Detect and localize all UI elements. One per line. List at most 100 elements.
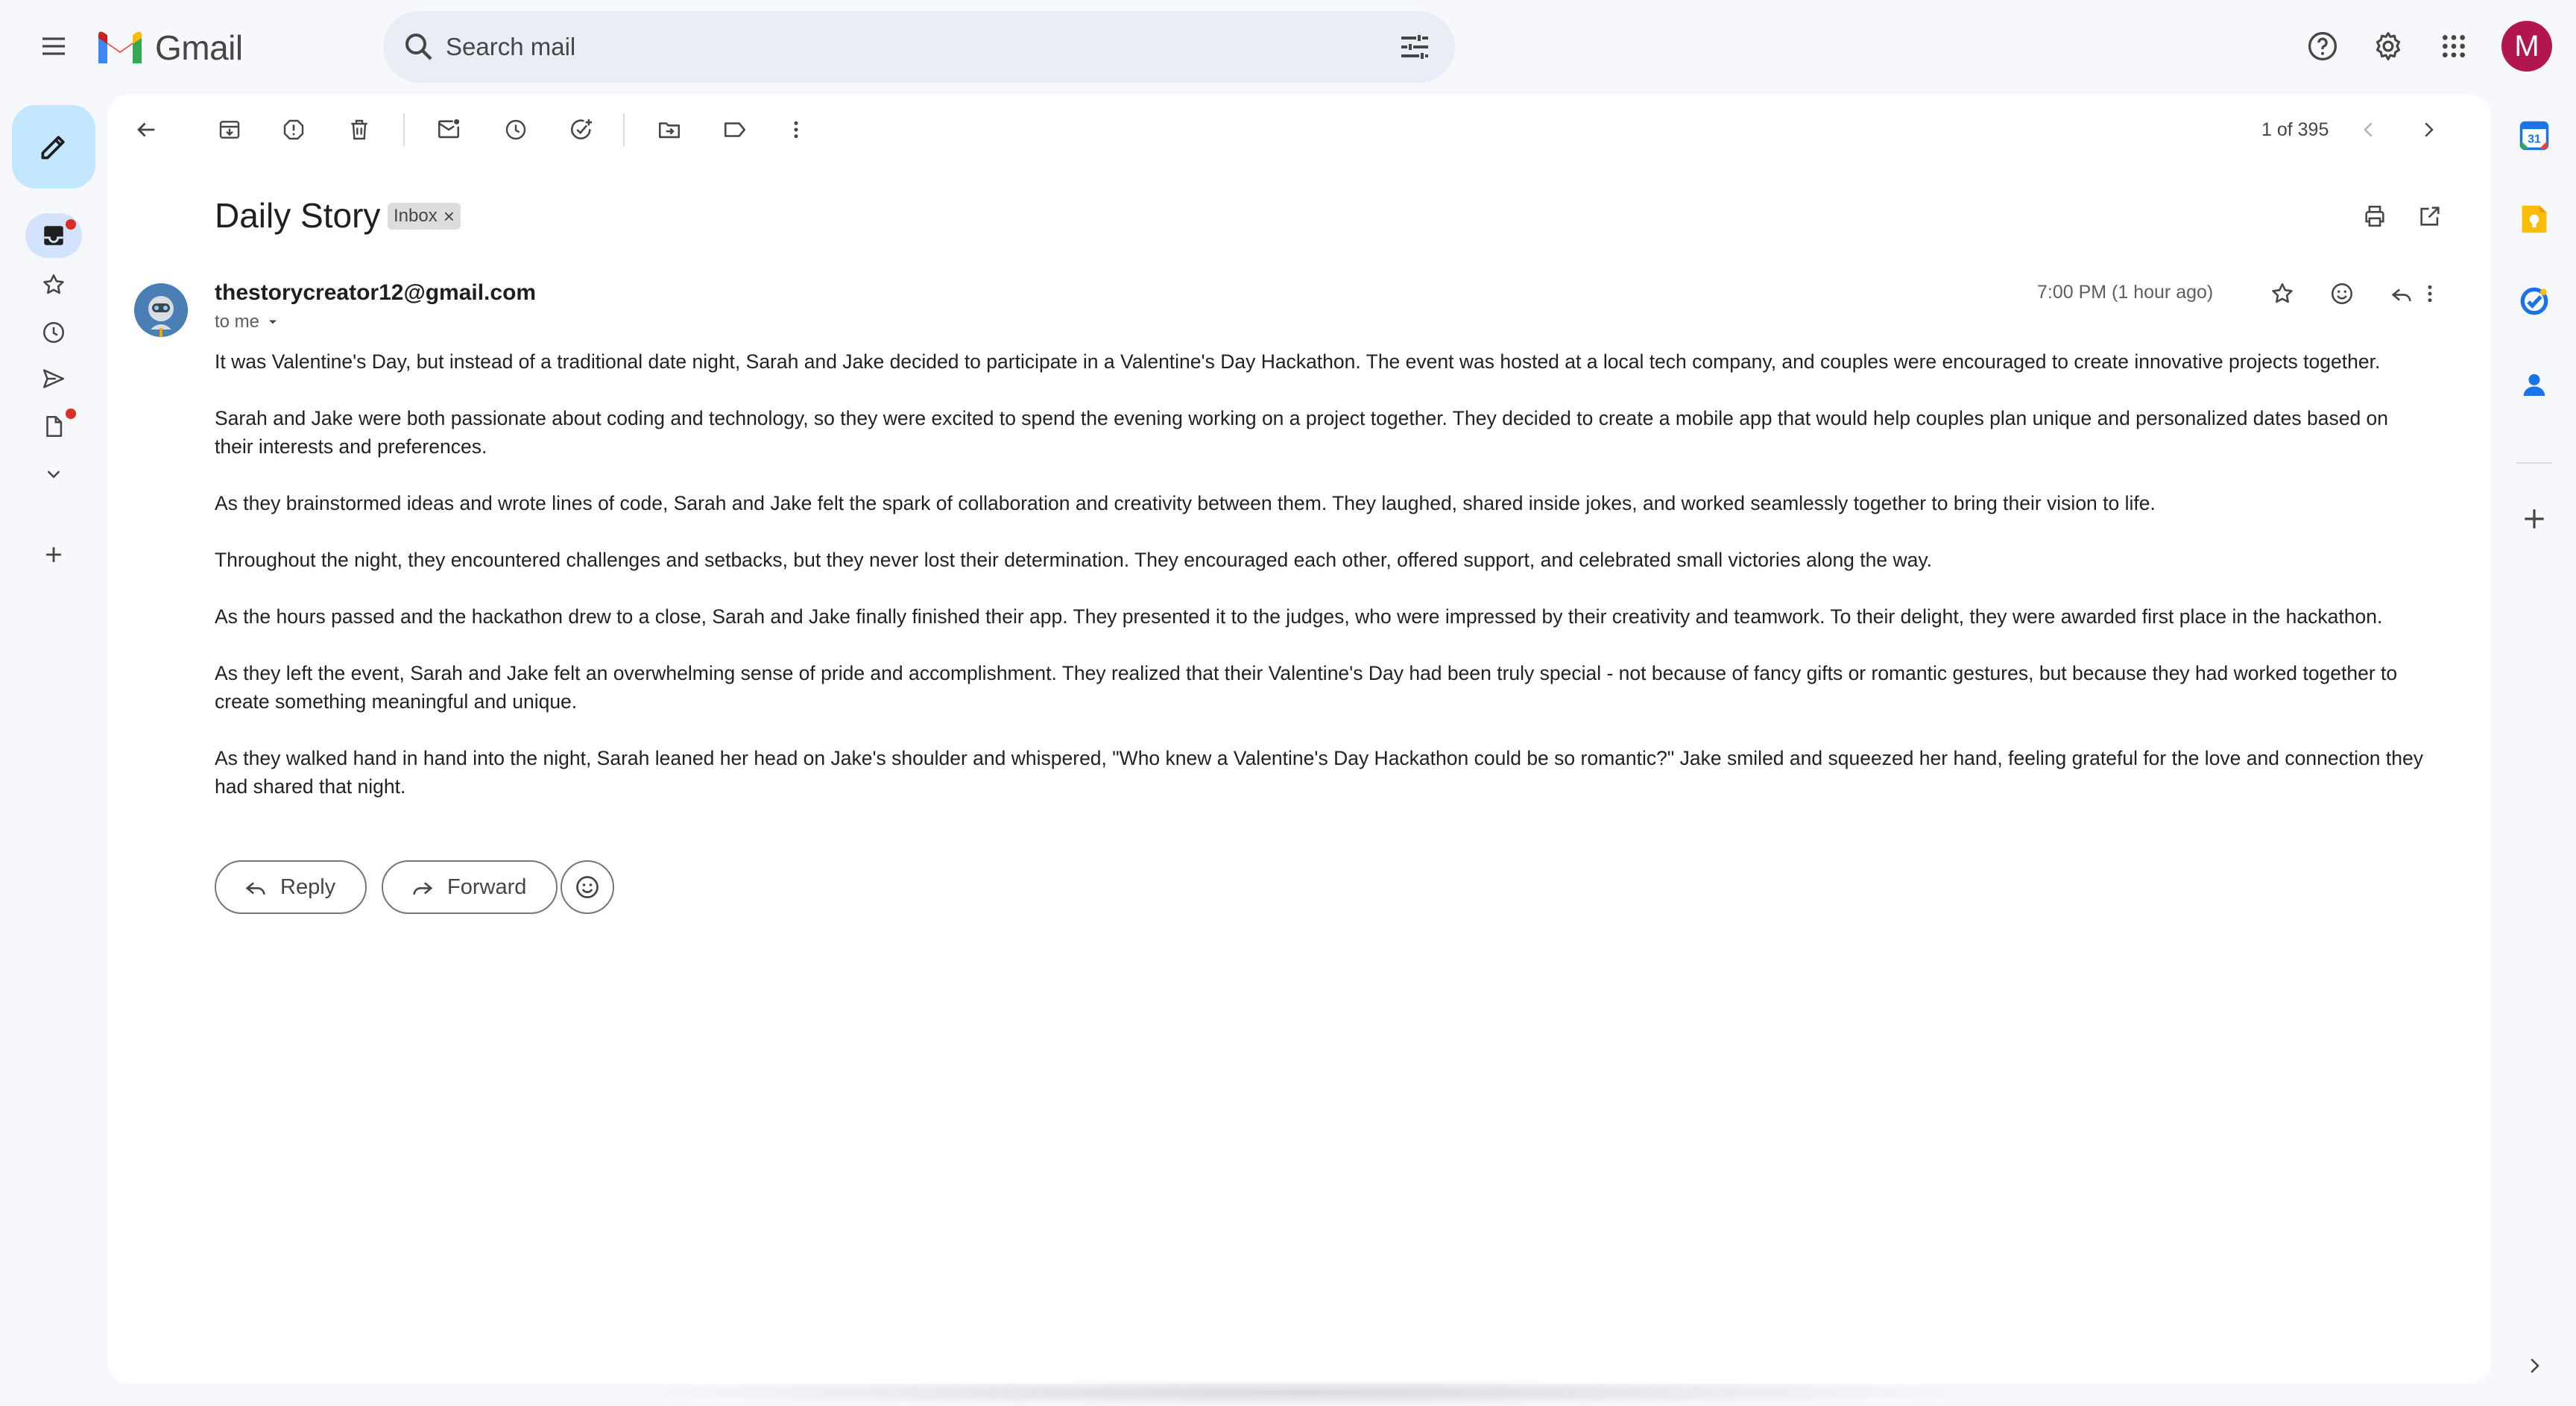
body-paragraph: It was Valentine's Day, but instead of a…: [215, 350, 2381, 373]
star-icon: [2272, 283, 2293, 303]
apps-grid-icon: [2443, 35, 2465, 57]
calendar-app-button[interactable]: 31: [2509, 110, 2560, 161]
older-button[interactable]: [2405, 106, 2452, 154]
body-paragraph: Sarah and Jake were both passionate abou…: [215, 407, 2389, 458]
nav-more[interactable]: [25, 452, 82, 496]
app-name: Gmail: [155, 28, 243, 67]
nav-snoozed[interactable]: [25, 310, 82, 355]
arrow-back-icon: [137, 122, 155, 137]
body-paragraph: As they walked hand in hand into the nig…: [215, 747, 2423, 798]
label-icon: [724, 122, 746, 137]
open-new-window-button[interactable]: [2406, 192, 2454, 240]
move-to-button[interactable]: [645, 106, 693, 154]
keep-app-button[interactable]: [2509, 194, 2560, 245]
report-icon: [283, 119, 304, 140]
forward-button[interactable]: Forward: [382, 860, 558, 914]
gmail-logo[interactable]: Gmail: [95, 24, 243, 72]
contacts-app-button[interactable]: [2509, 359, 2560, 410]
emoji-reaction-button[interactable]: [561, 860, 614, 914]
move-folder-icon: [658, 122, 681, 139]
inbox-icon: [44, 226, 63, 245]
gear-icon: [2375, 32, 2401, 60]
label-chip-text: Inbox: [394, 206, 438, 226]
help-button[interactable]: [2299, 22, 2346, 70]
google-apps-button[interactable]: [2430, 22, 2478, 70]
chevron-left-icon: [2364, 122, 2373, 137]
recipient-details[interactable]: to me: [215, 312, 280, 332]
account-avatar[interactable]: M: [2501, 21, 2552, 72]
add-task-icon: [571, 119, 593, 139]
labels-button[interactable]: [711, 106, 759, 154]
tasks-app-button[interactable]: [2509, 276, 2560, 327]
more-vert-icon: [794, 121, 798, 139]
chevron-down-icon: [47, 470, 60, 479]
reply-label: Reply: [280, 874, 336, 899]
toolbar-divider: [403, 113, 405, 146]
newer-button[interactable]: [2345, 106, 2393, 154]
bottom-scroll-shadow: [596, 1379, 2012, 1406]
drafts-notification-dot: [66, 409, 76, 419]
side-panel-divider: [2516, 462, 2552, 464]
report-spam-button[interactable]: [270, 106, 318, 154]
email-body: It was Valentine's Day, but instead of a…: [215, 347, 2430, 829]
pencil-icon: [41, 136, 65, 160]
plus-icon: [2525, 509, 2544, 529]
print-all-button[interactable]: [2351, 192, 2399, 240]
settings-button[interactable]: [2364, 22, 2412, 70]
remove-label-icon[interactable]: ×: [443, 205, 455, 228]
nav-sent[interactable]: [25, 356, 82, 401]
print-icon: [2365, 205, 2384, 227]
reply-button[interactable]: Reply: [215, 860, 367, 914]
back-button[interactable]: [122, 106, 170, 154]
create-label-button[interactable]: [25, 532, 82, 577]
clock-icon: [505, 119, 526, 140]
mark-unread-button[interactable]: [425, 106, 473, 154]
chevron-right-icon: [2531, 1358, 2539, 1373]
archive-button[interactable]: [206, 106, 253, 154]
snooze-button[interactable]: [492, 106, 540, 154]
more-vert-icon: [2428, 285, 2432, 303]
recipient-text: to me: [215, 312, 260, 332]
help-icon: [2308, 31, 2337, 61]
tune-icon[interactable]: [1397, 29, 1433, 65]
search-input[interactable]: [446, 29, 1340, 65]
calendar-icon: 31: [2519, 121, 2549, 151]
forward-label: Forward: [447, 874, 527, 899]
search-bar[interactable]: [383, 11, 1455, 83]
body-paragraph: Throughout the night, they encountered c…: [215, 549, 1932, 571]
sender-avatar[interactable]: [134, 283, 188, 337]
more-options-button[interactable]: [772, 106, 820, 154]
body-paragraph: As they left the event, Sarah and Jake f…: [215, 662, 2398, 713]
open-in-new-icon: [2420, 207, 2440, 226]
plus-icon: [46, 547, 61, 562]
robot-avatar-icon: [134, 283, 188, 337]
message-more-button[interactable]: [2406, 270, 2454, 318]
compose-button[interactable]: [12, 105, 95, 189]
show-side-panel-button[interactable]: [2509, 1340, 2560, 1391]
chevron-right-icon: [2425, 122, 2434, 137]
archive-icon: [219, 121, 240, 139]
star-button[interactable]: [2258, 270, 2306, 318]
nav-drafts[interactable]: [25, 404, 82, 449]
tasks-icon: [2520, 287, 2548, 315]
sender-email[interactable]: thestorycreator12@gmail.com: [215, 280, 536, 306]
nav-inbox[interactable]: [25, 213, 82, 258]
gmail-m-icon: [98, 31, 142, 63]
inbox-notification-dot: [66, 219, 76, 230]
inbox-label-chip[interactable]: Inbox ×: [388, 203, 461, 230]
caret-down-icon[interactable]: [265, 315, 280, 330]
search-icon[interactable]: [401, 29, 437, 65]
email-timestamp: 7:00 PM (1 hour ago): [2037, 282, 2214, 303]
add-to-tasks-button[interactable]: [558, 106, 605, 154]
body-paragraph: As they brainstormed ideas and wrote lin…: [215, 492, 2156, 514]
nav-starred[interactable]: [25, 262, 82, 307]
get-addons-button[interactable]: [2509, 494, 2560, 544]
add-reaction-button[interactable]: [2318, 270, 2366, 318]
main-menu-button[interactable]: [30, 22, 78, 70]
keep-icon: [2522, 205, 2547, 233]
hamburger-menu-icon: [42, 37, 65, 55]
email-subject: Daily Story: [215, 196, 381, 235]
star-icon: [43, 274, 64, 294]
draft-icon: [46, 415, 63, 438]
delete-button[interactable]: [335, 106, 383, 154]
